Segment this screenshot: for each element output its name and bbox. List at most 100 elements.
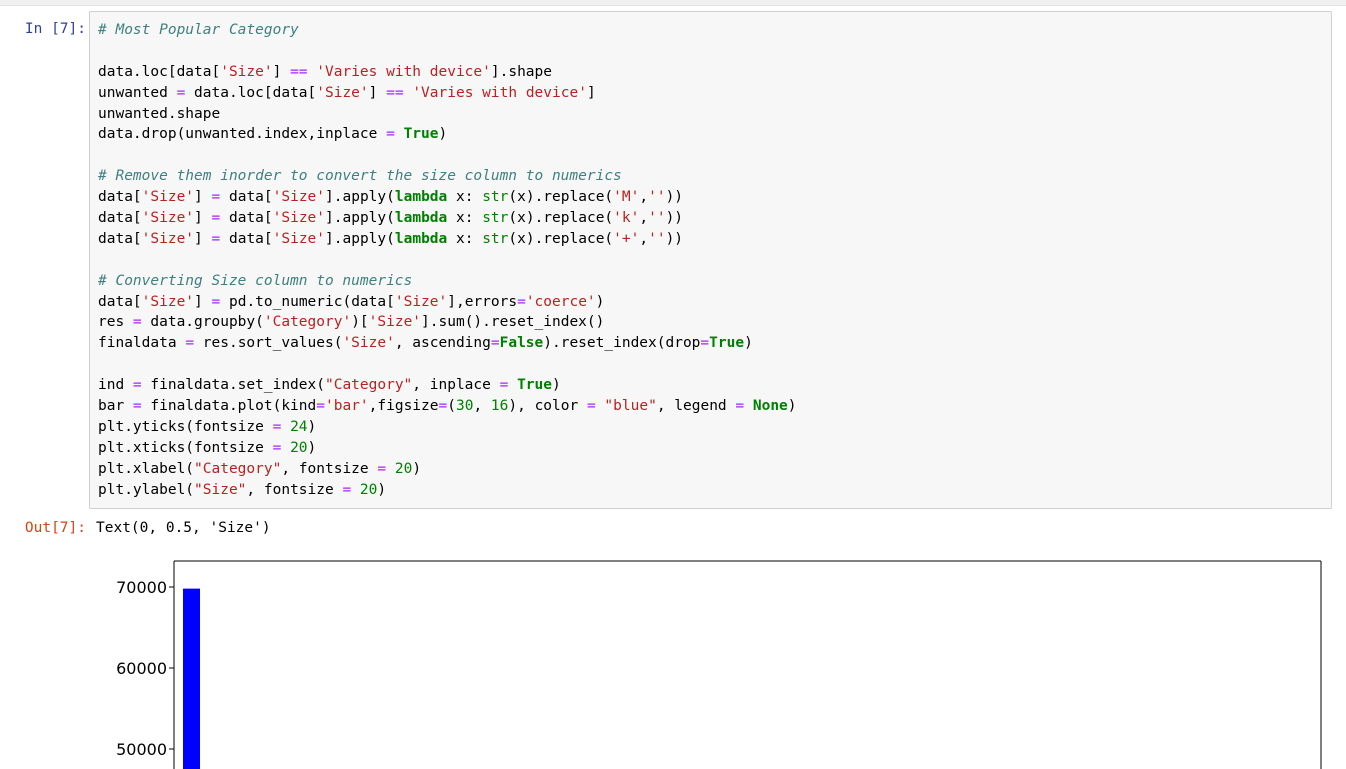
code-line: finaldata = res.sort_values('Size', asce… bbox=[98, 333, 797, 354]
code-token: 'coerce' bbox=[525, 293, 596, 310]
code-token: lambda bbox=[394, 210, 448, 227]
code-token: ] bbox=[368, 84, 387, 101]
code-token: 'Size' bbox=[220, 63, 273, 80]
code-token: , legend bbox=[656, 398, 736, 415]
code-token: = bbox=[132, 398, 142, 415]
code-line: plt.xticks(fontsize = 20) bbox=[98, 438, 797, 459]
code-token: unwanted.shape bbox=[98, 105, 221, 122]
code-token: "Category" bbox=[194, 460, 282, 477]
code-editor[interactable]: # Most Popular Category data.loc[data['S… bbox=[98, 20, 797, 500]
code-token: res.sort_values( bbox=[194, 335, 343, 352]
code-token: = bbox=[211, 189, 221, 206]
code-token: plt.xlabel( bbox=[98, 460, 195, 477]
code-token: ] bbox=[194, 293, 212, 310]
code-line: unwanted.shape bbox=[98, 104, 797, 125]
code-token: , bbox=[639, 230, 649, 247]
code-token: = bbox=[386, 126, 395, 143]
code-token: ] bbox=[194, 189, 212, 206]
code-cell-input[interactable]: # Most Popular Category data.loc[data['S… bbox=[89, 11, 1332, 509]
code-token: ,figsize bbox=[368, 398, 439, 415]
code-token: 'Size' bbox=[141, 189, 195, 206]
code-token: , bbox=[639, 210, 649, 227]
output-text: Text(0, 0.5, 'Size') bbox=[96, 520, 271, 536]
code-token: True bbox=[517, 377, 552, 394]
code-token: ].sum().reset_index() bbox=[421, 314, 605, 331]
code-token: == bbox=[386, 84, 404, 101]
code-token: data[ bbox=[98, 293, 142, 310]
code-token: ] bbox=[586, 84, 596, 101]
bar-chart: 50000 60000 70000 bbox=[116, 560, 1322, 769]
code-token: data[ bbox=[220, 210, 273, 227]
code-token: (x).replace( bbox=[508, 230, 614, 247]
code-token: 30 bbox=[455, 398, 474, 415]
code-token: ) bbox=[412, 460, 422, 477]
code-token: 20 bbox=[290, 439, 308, 456]
code-token: ), color bbox=[508, 398, 587, 415]
code-token: ( bbox=[447, 398, 456, 415]
code-token: 'Size' bbox=[272, 189, 326, 206]
code-token: )[ bbox=[351, 314, 369, 331]
code-token: 'Varies with device' bbox=[316, 63, 491, 80]
notebook-top-edge bbox=[0, 0, 1346, 6]
code-token: data.loc[data[ bbox=[185, 84, 317, 101]
code-token: '+' bbox=[613, 230, 640, 247]
code-token: )) bbox=[665, 230, 684, 247]
code-token: "Category" bbox=[324, 377, 413, 394]
code-token: '' bbox=[648, 210, 666, 227]
code-token: ] bbox=[194, 230, 212, 247]
y-tick-label: 60000 bbox=[116, 659, 167, 678]
code-token: ] bbox=[272, 63, 291, 80]
code-token: 'Size' bbox=[141, 293, 195, 310]
code-token: = bbox=[185, 335, 195, 352]
code-token: True bbox=[709, 335, 745, 352]
code-token: 'Size' bbox=[342, 335, 395, 352]
code-token: = bbox=[377, 460, 387, 477]
code-token: data.loc[data[ bbox=[98, 63, 221, 80]
code-token: plt.yticks(fontsize bbox=[98, 418, 273, 435]
code-token: = bbox=[176, 84, 186, 101]
code-token: = bbox=[735, 398, 745, 415]
code-token: 'Size' bbox=[272, 230, 326, 247]
code-token: 24 bbox=[290, 418, 308, 435]
code-token: (x).replace( bbox=[508, 210, 614, 227]
code-token: )) bbox=[665, 210, 684, 227]
code-line: plt.ylabel("Size", fontsize = 20) bbox=[98, 480, 797, 501]
code-token: ) bbox=[307, 418, 317, 435]
code-line: bar = finaldata.plot(kind='bar',figsize=… bbox=[98, 396, 797, 417]
code-token: , fontsize bbox=[246, 481, 343, 498]
code-token: ).reset_index(drop bbox=[543, 335, 701, 352]
code-token: ind bbox=[98, 377, 133, 394]
code-token: = bbox=[132, 377, 142, 394]
code-token: 16 bbox=[490, 398, 509, 415]
code-token: , bbox=[473, 398, 491, 415]
code-token: 20 bbox=[359, 481, 378, 498]
code-token: data[ bbox=[98, 189, 142, 206]
code-token: str bbox=[482, 189, 509, 206]
code-token: = bbox=[211, 210, 221, 227]
code-token: 'Size' bbox=[368, 314, 422, 331]
code-token: data[ bbox=[220, 189, 273, 206]
code-line: data.loc[data['Size'] == 'Varies with de… bbox=[98, 62, 797, 83]
code-token: = bbox=[586, 398, 596, 415]
code-token: ) bbox=[552, 377, 561, 394]
code-line: data.drop(unwanted.index,inplace = True) bbox=[98, 124, 797, 145]
code-token: ) bbox=[307, 439, 317, 456]
code-token: ].shape bbox=[490, 63, 552, 80]
code-token: finaldata bbox=[98, 335, 186, 352]
code-token: None bbox=[752, 398, 788, 415]
bar bbox=[183, 588, 200, 769]
code-token: plt.ylabel( bbox=[98, 481, 195, 498]
output-prompt: Out[7]: bbox=[24, 520, 86, 536]
code-token: bar bbox=[98, 398, 133, 415]
code-line: # Converting Size column to numerics bbox=[98, 271, 797, 292]
code-token: = bbox=[438, 398, 448, 415]
code-token: x: bbox=[447, 210, 483, 227]
code-token: , ascending bbox=[394, 335, 491, 352]
